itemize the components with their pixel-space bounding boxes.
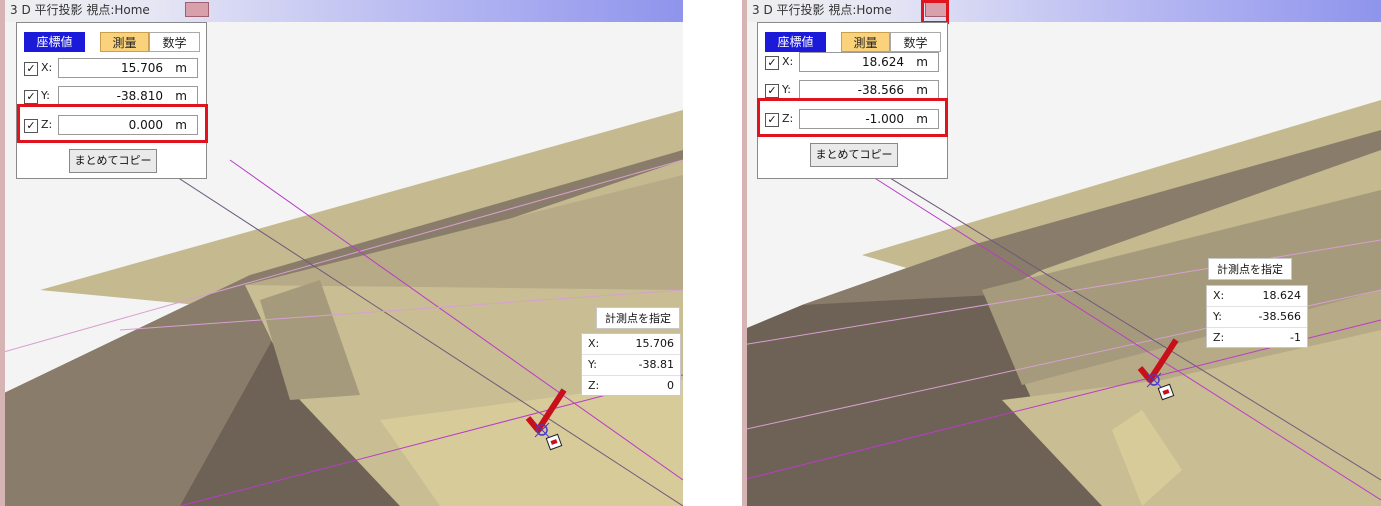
copy-all-button[interactable]: まとめてコピー	[810, 143, 898, 167]
measure-row-x: X: 18.624	[1207, 286, 1307, 307]
window-edge	[0, 0, 5, 506]
coordinate-mode-label: 座標値	[24, 32, 85, 52]
x-value: 15.706	[121, 61, 163, 75]
measure-row-x: X: 15.706	[582, 334, 680, 355]
viewport-title: 3 D 平行投影 視点:Home	[752, 3, 892, 17]
x-value: 18.624	[862, 55, 904, 69]
measure-y-label: Y:	[588, 358, 597, 371]
measure-row-y: Y: -38.81	[582, 355, 680, 376]
measure-x-label: X:	[1213, 289, 1225, 302]
y-checkbox[interactable]: ✓	[765, 84, 779, 98]
measure-z-label: Z:	[1213, 331, 1225, 344]
close-highlight-box	[921, 0, 949, 24]
y-axis-label: Y:	[782, 83, 791, 96]
y-axis-label: Y:	[41, 89, 50, 102]
viewport-title: 3 D 平行投影 視点:Home	[10, 3, 150, 17]
x-checkbox[interactable]: ✓	[765, 56, 779, 70]
measure-y-value: -38.566	[1258, 310, 1301, 323]
z-highlight-box	[17, 104, 208, 143]
measure-z-label: Z:	[588, 379, 600, 392]
window-edge	[742, 0, 747, 506]
y-value-field[interactable]: -38.566 m	[799, 80, 939, 100]
x-value-field[interactable]: 15.706 m	[58, 58, 198, 78]
measure-x-label: X:	[588, 337, 600, 350]
measure-row-y: Y: -38.566	[1207, 307, 1307, 328]
y-value: -38.810	[116, 89, 163, 103]
x-field-row: ✓ X: 18.624 m	[765, 52, 941, 74]
x-checkbox[interactable]: ✓	[24, 62, 38, 76]
measure-row-z: Z: -1	[1207, 328, 1307, 348]
y-checkbox[interactable]: ✓	[24, 90, 38, 104]
copy-all-button[interactable]: まとめてコピー	[69, 149, 157, 173]
measure-y-label: Y:	[1213, 310, 1222, 323]
measure-y-value: -38.81	[638, 358, 674, 371]
measure-x-value: 18.624	[1262, 289, 1302, 302]
z-highlight-box	[757, 98, 948, 137]
y-value-field[interactable]: -38.810 m	[58, 86, 198, 106]
x-axis-label: X:	[41, 61, 53, 74]
survey-mode-button[interactable]: 測量	[100, 32, 149, 52]
left-viewport-panel: 3 D 平行投影 視点:Home 座標値 測量 数学 ✓ X: 15.706 m…	[0, 0, 683, 506]
x-unit: m	[175, 61, 187, 75]
math-mode-button[interactable]: 数学	[149, 32, 200, 52]
y-unit: m	[916, 83, 928, 97]
measure-point-title: 計測点を指定	[596, 307, 680, 329]
survey-mode-button[interactable]: 測量	[841, 32, 890, 52]
measure-z-value: 0	[667, 379, 674, 392]
x-axis-label: X:	[782, 55, 794, 68]
x-unit: m	[916, 55, 928, 69]
coordinate-window: 座標値 測量 数学 ✓ X: 15.706 m ✓ Y: -38.810 m ✓…	[16, 22, 207, 179]
math-mode-button[interactable]: 数学	[890, 32, 941, 52]
x-field-row: ✓ X: 15.706 m	[24, 58, 200, 80]
viewport-titlebar: 3 D 平行投影 視点:Home	[0, 0, 683, 22]
window-close-icon[interactable]	[185, 2, 209, 17]
measure-point-table: X: 15.706 Y: -38.81 Z: 0	[581, 333, 681, 396]
measure-point-title: 計測点を指定	[1208, 258, 1292, 280]
coordinate-mode-label: 座標値	[765, 32, 826, 52]
y-value: -38.566	[857, 83, 904, 97]
viewport-titlebar: 3 D 平行投影 視点:Home	[742, 0, 1381, 22]
measure-point-table: X: 18.624 Y: -38.566 Z: -1	[1206, 285, 1308, 348]
x-value-field[interactable]: 18.624 m	[799, 52, 939, 72]
measure-row-z: Z: 0	[582, 376, 680, 396]
right-viewport-panel: 3 D 平行投影 視点:Home 座標値 測量 数学 ✓ X: 18.624 m…	[742, 0, 1381, 506]
measure-x-value: 15.706	[635, 337, 675, 350]
measure-z-value: -1	[1290, 331, 1301, 344]
y-unit: m	[175, 89, 187, 103]
